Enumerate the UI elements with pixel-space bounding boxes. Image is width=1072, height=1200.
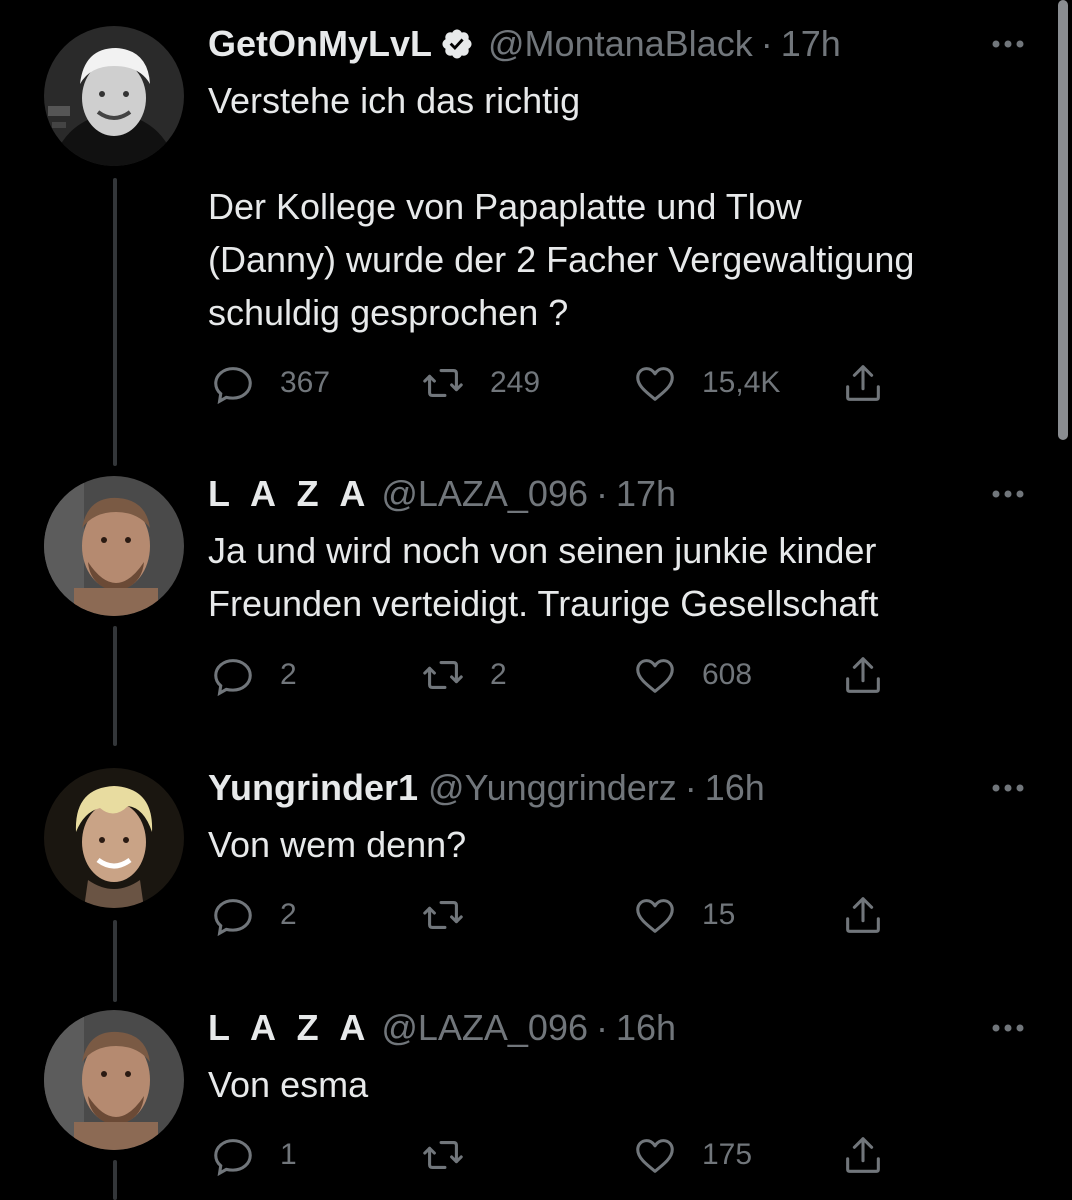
- share-icon: [840, 652, 886, 698]
- timestamp[interactable]: 17h: [781, 20, 841, 68]
- share-button[interactable]: [840, 358, 886, 408]
- retweet-count: 2: [490, 658, 507, 691]
- share-icon: [840, 360, 886, 406]
- avatar[interactable]: [44, 1010, 184, 1150]
- separator-dot: ·: [684, 767, 697, 808]
- more-options-icon[interactable]: [988, 1008, 1028, 1048]
- tweet-thread: GetOnMyLvL @MontanaBlack · 17h Verstehe …: [0, 0, 1072, 1200]
- tweet-text: Ja und wird noch von seinen junkie kinde…: [208, 530, 879, 624]
- timestamp[interactable]: 16h: [705, 764, 765, 812]
- like-count: 15: [702, 898, 736, 931]
- like-count: 175: [702, 1138, 753, 1171]
- more-options-icon[interactable]: [988, 768, 1028, 808]
- reply-count: 1: [280, 1138, 297, 1171]
- share-icon: [840, 892, 886, 938]
- share-button[interactable]: [840, 650, 886, 700]
- tweet[interactable]: Yungrinder1 @Yunggrinderz · 16h Von wem …: [0, 744, 1072, 1002]
- reply-icon: [210, 360, 256, 406]
- retweet-icon: [420, 1132, 466, 1178]
- heart-icon: [632, 652, 678, 698]
- handle[interactable]: @LAZA_096: [381, 470, 588, 518]
- reply-icon: [210, 1132, 256, 1178]
- tweet[interactable]: L A Z A @LAZA_096 · 16h Von esma 1 175: [0, 1000, 1072, 1200]
- reply-button[interactable]: 1: [210, 1130, 297, 1180]
- reply-button[interactable]: 367: [210, 358, 330, 408]
- display-name[interactable]: L A Z A: [208, 470, 371, 518]
- like-count: 608: [702, 658, 753, 691]
- like-button[interactable]: 608: [632, 650, 752, 700]
- retweet-count: 249: [490, 366, 541, 399]
- display-name[interactable]: Yungrinder1: [208, 764, 418, 812]
- retweet-icon: [420, 652, 466, 698]
- reply-count: 2: [280, 898, 297, 931]
- tweet-actions: 2 15: [210, 890, 900, 940]
- handle[interactable]: @LAZA_096: [381, 1004, 588, 1052]
- verified-badge-icon: [440, 27, 474, 61]
- share-button[interactable]: [840, 1130, 886, 1180]
- retweet-button[interactable]: 249: [420, 358, 540, 408]
- heart-icon: [632, 1132, 678, 1178]
- like-button[interactable]: 175: [632, 1130, 752, 1180]
- tweet-header: L A Z A @LAZA_096 · 17h: [208, 470, 982, 518]
- reply-icon: [210, 892, 256, 938]
- tweet-actions: 2 2 608: [210, 650, 900, 700]
- retweet-icon: [420, 360, 466, 406]
- separator-dot: ·: [596, 1007, 608, 1048]
- like-button[interactable]: 15: [632, 890, 735, 940]
- timestamp[interactable]: 17h: [616, 470, 676, 518]
- tweet[interactable]: L A Z A @LAZA_096 · 17h Ja und wird noch…: [0, 460, 1072, 746]
- share-button[interactable]: [840, 890, 886, 940]
- avatar[interactable]: [44, 768, 184, 908]
- thread-line: [113, 920, 117, 1002]
- reply-button[interactable]: 2: [210, 650, 297, 700]
- handle[interactable]: @Yunggrinderz: [428, 764, 677, 812]
- tweet[interactable]: GetOnMyLvL @MontanaBlack · 17h Verstehe …: [0, 0, 1072, 466]
- thread-line: [113, 1160, 117, 1200]
- display-name[interactable]: L A Z A: [208, 1004, 371, 1052]
- retweet-button[interactable]: [420, 890, 490, 940]
- avatar[interactable]: [44, 476, 184, 616]
- reply-count: 2: [280, 658, 297, 691]
- tweet-text: Von wem denn?: [208, 824, 467, 865]
- tweet-header: GetOnMyLvL @MontanaBlack · 17h: [208, 20, 982, 68]
- display-name[interactable]: GetOnMyLvL: [208, 20, 432, 68]
- retweet-button[interactable]: [420, 1130, 490, 1180]
- tweet-actions: 367 249 15,4K: [210, 358, 900, 408]
- tweet-text: Von esma: [208, 1064, 369, 1105]
- tweet-text: Verstehe ich das richtig Der Kollege von…: [208, 80, 915, 333]
- handle[interactable]: @MontanaBlack: [488, 20, 753, 68]
- like-count: 15,4K: [702, 366, 781, 399]
- thread-line: [113, 178, 117, 466]
- avatar[interactable]: [44, 26, 184, 166]
- share-icon: [840, 1132, 886, 1178]
- separator-dot: ·: [760, 23, 773, 64]
- reply-count: 367: [280, 366, 331, 399]
- reply-icon: [210, 652, 256, 698]
- timestamp[interactable]: 16h: [616, 1004, 676, 1052]
- tweet-actions: 1 175: [210, 1130, 900, 1180]
- more-options-icon[interactable]: [988, 474, 1028, 514]
- retweet-button[interactable]: 2: [420, 650, 507, 700]
- separator-dot: ·: [596, 473, 608, 514]
- thread-line: [113, 626, 117, 746]
- retweet-icon: [420, 892, 466, 938]
- heart-icon: [632, 892, 678, 938]
- more-options-icon[interactable]: [988, 24, 1028, 64]
- scrollbar[interactable]: [1058, 0, 1068, 440]
- like-button[interactable]: 15,4K: [632, 358, 780, 408]
- tweet-header: Yungrinder1 @Yunggrinderz · 16h: [208, 764, 982, 812]
- reply-button[interactable]: 2: [210, 890, 297, 940]
- heart-icon: [632, 360, 678, 406]
- tweet-header: L A Z A @LAZA_096 · 16h: [208, 1004, 982, 1052]
